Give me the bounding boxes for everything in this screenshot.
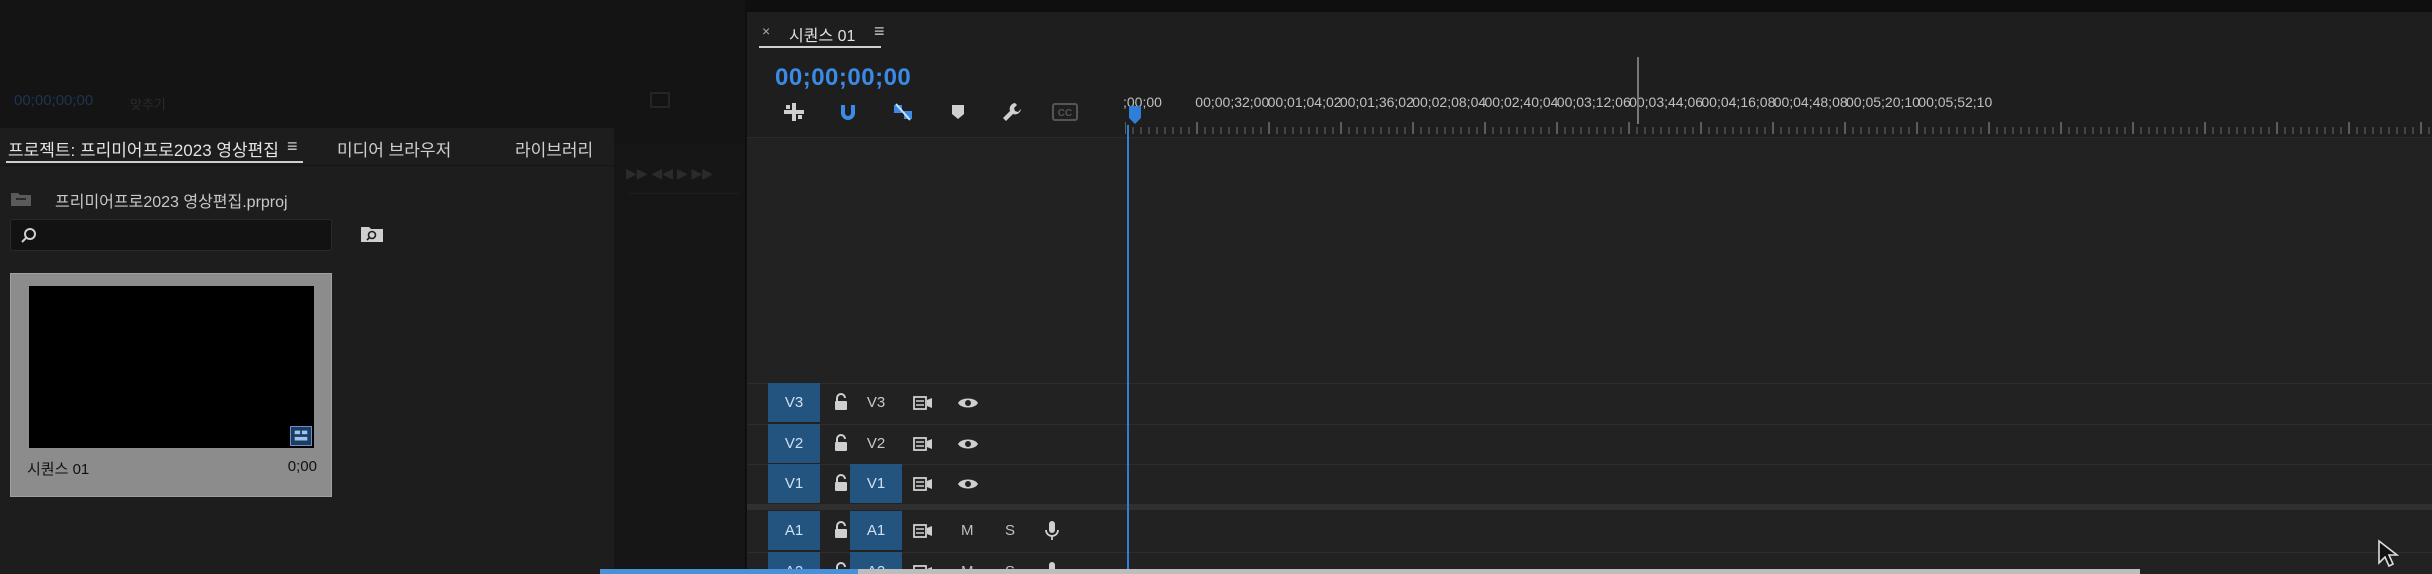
tab-sequence[interactable]: 시퀀스 01: [789, 22, 855, 46]
tab-media-browser[interactable]: 미디어 브라우저: [337, 136, 451, 161]
timeline-header: × 시퀀스 01 ≡ 00;00;00;00 CC ;00;00 00;00;3…: [747, 12, 2432, 137]
transport-controls: ▶▶ ◀◀ ▶ ▶▶: [626, 165, 714, 181]
track-target-button[interactable]: V3: [768, 383, 820, 422]
microphone-icon[interactable]: [1045, 520, 1059, 542]
ruler-tick-label: 00;05;20;10: [1846, 94, 1920, 110]
source-monitor-timecode: 00;00;00;00: [14, 92, 94, 109]
tab-project[interactable]: 프로젝트: 프리미어프로2023 영상편집: [8, 136, 279, 161]
ruler-tick-label: 00;03;44;06: [1629, 94, 1704, 110]
close-icon[interactable]: ×: [762, 23, 770, 39]
lock-icon[interactable]: [833, 393, 849, 411]
ruler-ticks: [1125, 122, 2430, 134]
svg-text:CC: CC: [1058, 108, 1072, 119]
zoom-indicator: [1637, 57, 1639, 124]
project-folder-icon: [11, 193, 31, 206]
search-icon: [21, 228, 36, 243]
captions-icon[interactable]: CC: [1051, 100, 1079, 124]
source-monitor-fit-label: 맞추기: [130, 97, 166, 112]
audio-track-header: A1 A1 M S: [747, 511, 1125, 551]
source-patch-button[interactable]: A1: [850, 511, 902, 550]
find-icon[interactable]: [360, 225, 384, 243]
active-tab-underline: [6, 161, 303, 163]
add-marker-icon[interactable]: [944, 100, 972, 124]
sync-lock-icon[interactable]: [913, 436, 933, 452]
scrollbar-thumb[interactable]: [600, 569, 858, 574]
ruler-tick-label: 00;05;52;10: [1918, 94, 1993, 110]
source-patch-button[interactable]: V2: [850, 424, 902, 463]
source-patch-button[interactable]: V3: [850, 383, 902, 422]
ruler-tick-label: 00;02;08;04: [1412, 94, 1487, 110]
sync-lock-icon[interactable]: [913, 395, 933, 411]
program-monitor-background: ▶▶ ◀◀ ▶ ▶▶: [614, 145, 744, 574]
lock-icon[interactable]: [833, 434, 849, 452]
time-ruler[interactable]: ;00;00 00;00;32;00 00;01;04;02 00;01;36;02 0…: [1123, 72, 2432, 138]
insert-sequence-nest-icon[interactable]: [780, 100, 808, 124]
eye-icon[interactable]: [957, 476, 979, 492]
linked-selection-icon[interactable]: [889, 100, 917, 124]
playhead-timecode[interactable]: 00;00;00;00: [775, 64, 911, 92]
timeline-tracks-area[interactable]: V3V3V2V2V1V1 A1A1MSA2A2MS: [747, 137, 2432, 574]
ruler-tick-label: 00;02;40;04: [1484, 94, 1559, 110]
track-target-button[interactable]: V2: [768, 424, 820, 463]
project-panel-menu-icon[interactable]: ≡: [287, 136, 298, 157]
snap-magnet-icon[interactable]: [834, 100, 862, 124]
ruler-tick-label: 00;04;48;08: [1773, 94, 1848, 110]
source-monitor-settings-icon: [650, 92, 670, 108]
mute-button[interactable]: M: [961, 522, 974, 539]
sync-lock-icon[interactable]: [913, 523, 933, 539]
source-patch-button[interactable]: V1: [850, 464, 902, 503]
project-panel: 프로젝트: 프리미어프로2023 영상편집 ≡ 미디어 브라우저 라이브러리 프…: [0, 128, 614, 574]
mouse-pointer-icon: [2378, 539, 2399, 568]
track-target-button[interactable]: V1: [768, 464, 820, 503]
project-search-input[interactable]: [10, 219, 332, 251]
lock-icon[interactable]: [833, 521, 849, 539]
project-file-row: 프리미어프로2023 영상편집.prproj: [0, 166, 614, 226]
divider: [629, 193, 739, 194]
sequence-name: 시퀀스 01: [27, 461, 90, 478]
eye-icon[interactable]: [957, 436, 979, 452]
playhead-handle[interactable]: [1129, 106, 1141, 124]
tab-libraries[interactable]: 라이브러리: [515, 136, 593, 161]
lock-icon[interactable]: [833, 474, 849, 492]
ruler-tick-label: 00;01;04;02: [1267, 94, 1342, 110]
solo-button[interactable]: S: [1005, 522, 1015, 539]
ruler-tick-label: 00;03;12;06: [1556, 94, 1631, 110]
sequence-thumbnail: [29, 286, 314, 448]
project-file-name: 프리미어프로2023 영상편집.prproj: [55, 194, 288, 211]
video-track-header: V3 V3: [747, 383, 1125, 423]
timeline-settings-wrench-icon[interactable]: [998, 100, 1026, 124]
video-track-header: V2 V2: [747, 424, 1125, 464]
active-tab-underline: [759, 46, 881, 48]
timeline-panel: × 시퀀스 01 ≡ 00;00;00;00 CC ;00;00 00;00;3…: [747, 12, 2432, 574]
ruler-tick-label: 00;00;32;00: [1195, 94, 1270, 110]
ruler-tick-label: 00;01;36;02: [1339, 94, 1414, 110]
video-audio-divider[interactable]: [747, 504, 2432, 510]
eye-icon[interactable]: [957, 395, 979, 411]
timeline-menu-icon[interactable]: ≡: [874, 21, 885, 42]
playhead-line[interactable]: [1127, 125, 1129, 574]
ruler-tick-label: 00;04;16;08: [1701, 94, 1776, 110]
sync-lock-icon[interactable]: [913, 476, 933, 492]
track-target-button[interactable]: A1: [768, 511, 820, 550]
sequence-thumbnail-card[interactable]: 시퀀스 01 0;00: [10, 273, 332, 497]
sequence-duration: 0;00: [287, 458, 317, 475]
sequence-icon: [290, 426, 312, 446]
video-track-header: V1 V1: [747, 464, 1125, 504]
project-panel-tabbar: 프로젝트: 프리미어프로2023 영상편집 ≡ 미디어 브라우저 라이브러리: [0, 128, 614, 166]
